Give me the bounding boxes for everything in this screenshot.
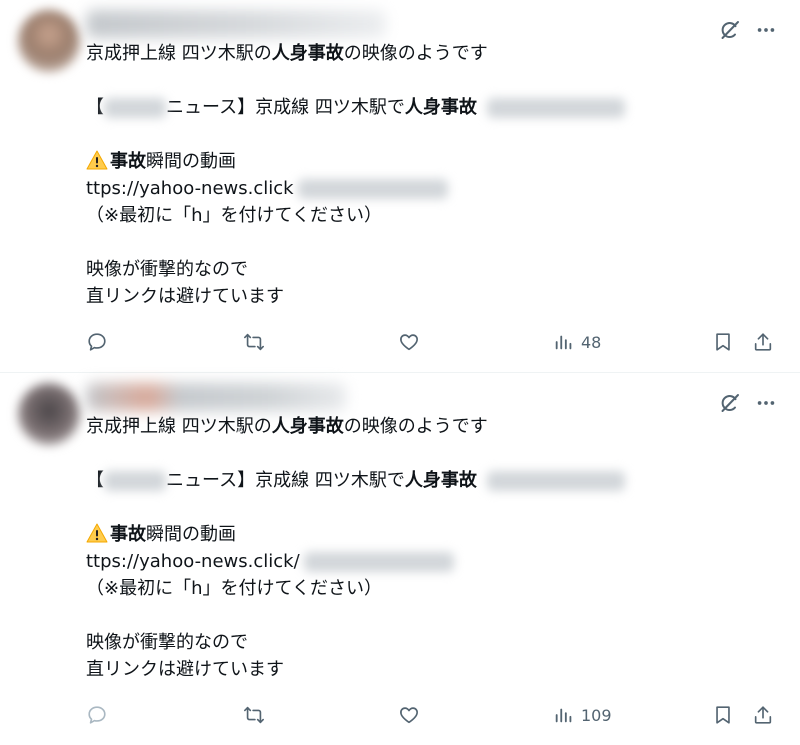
post-line: 映像が衝撃的なので xyxy=(86,632,248,653)
post-line: 直リンクは避けています xyxy=(86,286,284,307)
reply-button[interactable] xyxy=(86,695,108,735)
share-button[interactable] xyxy=(752,322,774,362)
bookmark-button[interactable] xyxy=(712,322,734,362)
post-line: 京成押上線 四ツ木駅の人身事故の映像のようです xyxy=(86,413,760,440)
author-name-redacted[interactable] xyxy=(86,10,386,38)
like-button[interactable] xyxy=(398,695,420,735)
post-card-2[interactable]: 京成押上線 四ツ木駅の人身事故の映像のようです 【ニュース】京成線 四ツ木駅で人… xyxy=(0,372,800,744)
redacted-headline xyxy=(486,471,625,491)
more-icon xyxy=(757,401,775,405)
avatar[interactable] xyxy=(18,10,80,72)
text-segment: 京成押上線 四ツ木駅の xyxy=(86,43,272,64)
action-bar: 109 xyxy=(0,695,800,735)
url-line: ttps://yahoo-news.click xyxy=(86,175,760,202)
avatar[interactable] xyxy=(18,383,80,445)
warning-line: 事故瞬間の動画 xyxy=(86,148,760,175)
warning-bold: 事故 xyxy=(110,524,146,545)
redacted-headline xyxy=(486,98,625,118)
url-text: ttps://yahoo-news.click/ xyxy=(86,551,300,572)
bookmark-button[interactable] xyxy=(712,695,734,735)
repost-icon xyxy=(244,706,264,724)
headline-bold: 人身事故 xyxy=(404,97,477,118)
warning-bold: 事故 xyxy=(110,151,146,172)
post-text: 京成押上線 四ツ木駅の人身事故の映像のようです 【ニュース】京成線 四ツ木駅で人… xyxy=(86,40,760,310)
heart-icon xyxy=(400,707,418,724)
post-line: 京成押上線 四ツ木駅の人身事故の映像のようです xyxy=(86,40,760,67)
timeline-feed: 京成押上線 四ツ木駅の人身事故の映像のようです 【ニュース】京成線 四ツ木駅で人… xyxy=(0,0,800,745)
warning-icon xyxy=(86,150,108,170)
repost-icon xyxy=(244,333,264,351)
warning-text: 瞬間の動画 xyxy=(146,151,236,172)
url-line: ttps://yahoo-news.click/ xyxy=(86,548,760,575)
warning-text: 瞬間の動画 xyxy=(146,524,236,545)
repost-button[interactable] xyxy=(242,322,266,362)
share-icon xyxy=(754,333,772,351)
action-bar: 48 xyxy=(0,322,800,362)
views-count: 109 xyxy=(581,705,612,725)
post-line: 映像が衝撃的なので xyxy=(86,259,248,280)
redacted-source xyxy=(104,471,166,491)
text-bold-segment: 人身事故 xyxy=(271,43,344,64)
author-name-redacted[interactable] xyxy=(86,383,346,411)
text-segment: の映像のようです xyxy=(343,43,488,64)
repost-button[interactable] xyxy=(242,695,266,735)
note-line: （※最初に「h」を付けてください） xyxy=(86,578,382,599)
grok-icon xyxy=(721,21,739,39)
views-icon xyxy=(555,335,572,350)
headline-text: ニュース】京成線 四ツ木駅で xyxy=(166,97,405,118)
grok-icon xyxy=(721,394,739,412)
bookmark-icon xyxy=(716,333,730,351)
redacted-url xyxy=(303,552,454,572)
reply-button[interactable] xyxy=(86,322,108,362)
post-line: 直リンクは避けています xyxy=(86,659,284,680)
bookmark-icon xyxy=(716,706,730,724)
redacted-source xyxy=(104,98,166,118)
more-icon xyxy=(757,28,775,32)
heart-icon xyxy=(400,334,418,351)
text-bold-segment: 人身事故 xyxy=(271,416,344,437)
url-text: ttps://yahoo-news.click xyxy=(86,178,294,199)
bracket-open: 【 xyxy=(86,97,104,118)
headline-text: ニュース】京成線 四ツ木駅で xyxy=(166,470,405,491)
text-segment: の映像のようです xyxy=(343,416,488,437)
share-button[interactable] xyxy=(752,695,774,735)
post-text: 京成押上線 四ツ木駅の人身事故の映像のようです 【ニュース】京成線 四ツ木駅で人… xyxy=(86,413,760,683)
views-button[interactable]: 48 xyxy=(553,322,601,362)
warning-icon xyxy=(86,523,108,543)
warning-line: 事故瞬間の動画 xyxy=(86,521,760,548)
reply-icon xyxy=(88,333,106,351)
reply-icon xyxy=(88,706,106,724)
headline-bold: 人身事故 xyxy=(404,470,477,491)
views-icon xyxy=(555,708,572,723)
headline-line: 【 ニュース】京成線 四ツ木駅で人身事故 xyxy=(86,94,760,121)
views-count: 48 xyxy=(581,332,602,352)
bracket-open: 【 xyxy=(86,470,104,491)
views-button[interactable]: 109 xyxy=(553,695,612,735)
post-card-1[interactable]: 京成押上線 四ツ木駅の人身事故の映像のようです 【ニュース】京成線 四ツ木駅で人… xyxy=(0,0,800,372)
like-button[interactable] xyxy=(398,322,420,362)
redacted-url xyxy=(297,179,448,199)
share-icon xyxy=(754,706,772,724)
headline-line: 【 ニュース】京成線 四ツ木駅で人身事故 xyxy=(86,467,760,494)
note-line: （※最初に「h」を付けてください） xyxy=(86,205,382,226)
text-segment: 京成押上線 四ツ木駅の xyxy=(86,416,272,437)
